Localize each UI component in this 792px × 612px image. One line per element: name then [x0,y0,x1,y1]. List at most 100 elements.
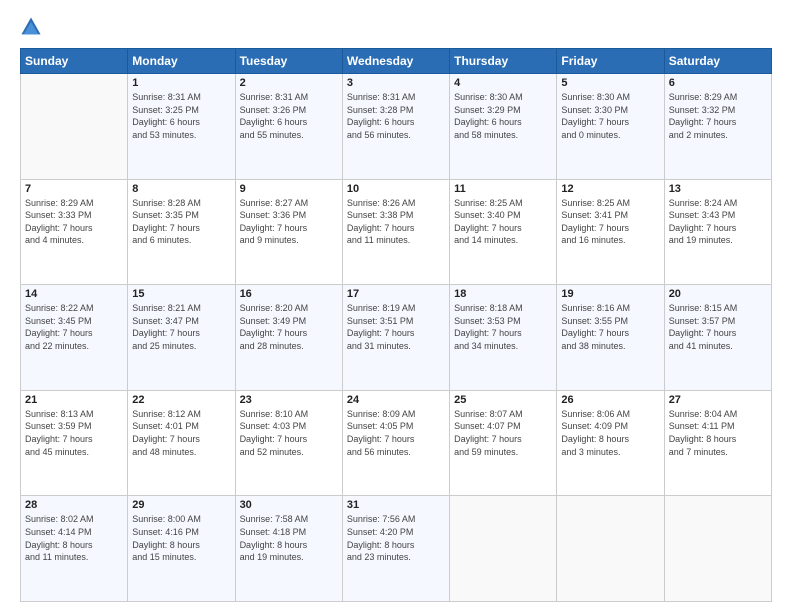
calendar-cell [450,496,557,602]
day-number: 19 [561,288,659,300]
day-number: 11 [454,183,552,195]
cell-info: Sunrise: 8:18 AM Sunset: 3:53 PM Dayligh… [454,302,552,352]
day-number: 6 [669,77,767,89]
cell-info: Sunrise: 8:00 AM Sunset: 4:16 PM Dayligh… [132,513,230,563]
day-number: 31 [347,499,445,511]
cell-info: Sunrise: 8:29 AM Sunset: 3:33 PM Dayligh… [25,197,123,247]
cell-info: Sunrise: 8:25 AM Sunset: 3:41 PM Dayligh… [561,197,659,247]
calendar-cell: 3Sunrise: 8:31 AM Sunset: 3:28 PM Daylig… [342,74,449,180]
calendar-cell: 8Sunrise: 8:28 AM Sunset: 3:35 PM Daylig… [128,179,235,285]
day-number: 21 [25,394,123,406]
cell-info: Sunrise: 8:12 AM Sunset: 4:01 PM Dayligh… [132,408,230,458]
calendar-week-1: 1 Sunrise: 8:31 AM Sunset: 3:25 PM Daylig… [21,74,772,180]
day-number: 30 [240,499,338,511]
calendar-cell: 12 Sunrise: 8:25 AM Sunset: 3:41 PM Dayli… [557,179,664,285]
calendar-cell: 9 Sunrise: 8:27 AM Sunset: 3:36 PM Daylig… [235,179,342,285]
day-number: 5 [561,77,659,89]
day-number: 20 [669,288,767,300]
calendar-cell: 4 Sunrise: 8:30 AM Sunset: 3:29 PM Daylig… [450,74,557,180]
cell-info: Sunrise: 8:26 AM Sunset: 3:38 PM Dayligh… [347,197,445,247]
day-number: 7 [25,183,123,195]
cell-info: Sunrise: 8:30 AM Sunset: 3:30 PM Dayligh… [561,91,659,141]
calendar-table: Sunday Monday Tuesday Wednesday Thursday… [20,48,772,602]
cell-info: Sunrise: 8:22 AM Sunset: 3:45 PM Dayligh… [25,302,123,352]
day-number: 8 [132,183,230,195]
calendar-week-4: 21 Sunrise: 8:13 AM Sunset: 3:59 PM Dayli… [21,390,772,496]
logo-icon [20,16,42,38]
col-sunday: Sunday [21,49,128,74]
calendar-cell: 11 Sunrise: 8:25 AM Sunset: 3:40 PM Dayli… [450,179,557,285]
cell-info: Sunrise: 8:15 AM Sunset: 3:57 PM Dayligh… [669,302,767,352]
day-number: 15 [132,288,230,300]
calendar-week-3: 14 Sunrise: 8:22 AM Sunset: 3:45 PM Dayli… [21,285,772,391]
day-number: 9 [240,183,338,195]
calendar-week-5: 28 Sunrise: 8:02 AM Sunset: 4:14 PM Dayli… [21,496,772,602]
calendar-cell: 21 Sunrise: 8:13 AM Sunset: 3:59 PM Dayli… [21,390,128,496]
calendar-cell: 7 Sunrise: 8:29 AM Sunset: 3:33 PM Daylig… [21,179,128,285]
calendar-cell: 29 Sunrise: 8:00 AM Sunset: 4:16 PM Dayli… [128,496,235,602]
calendar-cell: 25 Sunrise: 8:07 AM Sunset: 4:07 PM Dayli… [450,390,557,496]
col-thursday: Thursday [450,49,557,74]
cell-info: Sunrise: 8:31 AM Sunset: 3:26 PM Dayligh… [240,91,338,141]
calendar-cell: 13 Sunrise: 8:24 AM Sunset: 3:43 PM Dayli… [664,179,771,285]
day-number: 17 [347,288,445,300]
day-number: 1 [132,77,230,89]
calendar-cell: 30 Sunrise: 7:58 AM Sunset: 4:18 PM Dayli… [235,496,342,602]
calendar-cell: 10Sunrise: 8:26 AM Sunset: 3:38 PM Dayli… [342,179,449,285]
col-saturday: Saturday [664,49,771,74]
day-number: 25 [454,394,552,406]
calendar-week-2: 7 Sunrise: 8:29 AM Sunset: 3:33 PM Daylig… [21,179,772,285]
calendar-cell: 5 Sunrise: 8:30 AM Sunset: 3:30 PM Daylig… [557,74,664,180]
day-number: 13 [669,183,767,195]
day-number: 14 [25,288,123,300]
cell-info: Sunrise: 7:58 AM Sunset: 4:18 PM Dayligh… [240,513,338,563]
day-number: 3 [347,77,445,89]
col-monday: Monday [128,49,235,74]
calendar-cell: 18 Sunrise: 8:18 AM Sunset: 3:53 PM Dayli… [450,285,557,391]
day-number: 4 [454,77,552,89]
day-number: 16 [240,288,338,300]
day-number: 2 [240,77,338,89]
cell-info: Sunrise: 8:10 AM Sunset: 4:03 PM Dayligh… [240,408,338,458]
header-row: Sunday Monday Tuesday Wednesday Thursday… [21,49,772,74]
day-number: 26 [561,394,659,406]
calendar-cell: 28 Sunrise: 8:02 AM Sunset: 4:14 PM Dayli… [21,496,128,602]
calendar-cell: 15 Sunrise: 8:21 AM Sunset: 3:47 PM Dayli… [128,285,235,391]
day-number: 23 [240,394,338,406]
cell-info: Sunrise: 8:19 AM Sunset: 3:51 PM Dayligh… [347,302,445,352]
cell-info: Sunrise: 8:07 AM Sunset: 4:07 PM Dayligh… [454,408,552,458]
col-tuesday: Tuesday [235,49,342,74]
col-wednesday: Wednesday [342,49,449,74]
calendar-cell [664,496,771,602]
calendar-cell: 14 Sunrise: 8:22 AM Sunset: 3:45 PM Dayli… [21,285,128,391]
logo [20,16,46,38]
cell-info: Sunrise: 8:21 AM Sunset: 3:47 PM Dayligh… [132,302,230,352]
calendar-cell: 20 Sunrise: 8:15 AM Sunset: 3:57 PM Dayli… [664,285,771,391]
calendar-cell: 16Sunrise: 8:20 AM Sunset: 3:49 PM Dayli… [235,285,342,391]
cell-info: Sunrise: 8:31 AM Sunset: 3:25 PM Dayligh… [132,91,230,141]
header [20,16,772,38]
day-number: 18 [454,288,552,300]
cell-info: Sunrise: 8:29 AM Sunset: 3:32 PM Dayligh… [669,91,767,141]
calendar-cell: 24Sunrise: 8:09 AM Sunset: 4:05 PM Dayli… [342,390,449,496]
day-number: 12 [561,183,659,195]
cell-info: Sunrise: 8:04 AM Sunset: 4:11 PM Dayligh… [669,408,767,458]
cell-info: Sunrise: 8:25 AM Sunset: 3:40 PM Dayligh… [454,197,552,247]
cell-info: Sunrise: 8:13 AM Sunset: 3:59 PM Dayligh… [25,408,123,458]
day-number: 29 [132,499,230,511]
calendar-cell [557,496,664,602]
cell-info: Sunrise: 8:30 AM Sunset: 3:29 PM Dayligh… [454,91,552,141]
cell-info: Sunrise: 8:24 AM Sunset: 3:43 PM Dayligh… [669,197,767,247]
cell-info: Sunrise: 7:56 AM Sunset: 4:20 PM Dayligh… [347,513,445,563]
cell-info: Sunrise: 8:02 AM Sunset: 4:14 PM Dayligh… [25,513,123,563]
cell-info: Sunrise: 8:27 AM Sunset: 3:36 PM Dayligh… [240,197,338,247]
cell-info: Sunrise: 8:16 AM Sunset: 3:55 PM Dayligh… [561,302,659,352]
calendar-cell: 19 Sunrise: 8:16 AM Sunset: 3:55 PM Dayli… [557,285,664,391]
calendar-cell: 23 Sunrise: 8:10 AM Sunset: 4:03 PM Dayli… [235,390,342,496]
col-friday: Friday [557,49,664,74]
day-number: 28 [25,499,123,511]
day-number: 24 [347,394,445,406]
calendar-cell [21,74,128,180]
page: Sunday Monday Tuesday Wednesday Thursday… [0,0,792,612]
calendar-cell: 17 Sunrise: 8:19 AM Sunset: 3:51 PM Dayli… [342,285,449,391]
